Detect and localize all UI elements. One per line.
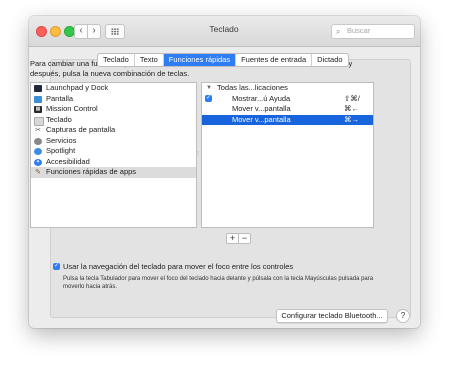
bluetooth-keyboard-button[interactable]: Configurar teclado Bluetooth... <box>276 309 388 323</box>
search-icon: ⌕ <box>336 27 341 36</box>
app-shortcuts-icon: ✎ <box>35 169 41 176</box>
display-icon <box>34 95 42 103</box>
minimize-window-button[interactable] <box>50 26 61 37</box>
category-item-accesibilidad[interactable]: ✦ Accesibilidad <box>31 157 196 168</box>
shortcut-row[interactable]: Mover v...pantalla ⌘← <box>202 104 373 115</box>
shortcut-keys[interactable]: ⇧⌘/ <box>344 94 360 105</box>
shortcut-row-selected[interactable]: Mover v...pantalla ⌘→ <box>202 114 373 126</box>
back-button[interactable]: ‹ <box>74 24 88 39</box>
category-label: Spotlight <box>46 146 76 155</box>
gear-icon <box>34 137 42 145</box>
category-label: Launchpad y Dock <box>46 83 109 92</box>
disclosure-triangle-icon[interactable]: ▼ <box>206 83 212 94</box>
shortcut-label: Mover v...pantalla <box>232 104 291 113</box>
shortcut-group-label: Todas las...licaciones <box>217 83 288 92</box>
category-label: Mission Control <box>46 104 98 113</box>
tab-bar: Teclado Texto Funciones rápidas Fuentes … <box>97 53 349 67</box>
tab-teclado[interactable]: Teclado <box>98 54 135 66</box>
close-window-button[interactable] <box>36 26 47 37</box>
shortcut-keys[interactable]: ⌘← <box>344 104 359 115</box>
forward-button[interactable]: › <box>87 24 101 39</box>
tab-dictado[interactable]: Dictado <box>312 54 347 66</box>
launchpad-icon <box>34 85 42 92</box>
shortcut-label: Mostrar...ú Ayuda <box>232 93 291 103</box>
shortcut-label: Mover v...pantalla <box>232 114 291 124</box>
shortcut-row[interactable]: ✓ Mostrar...ú Ayuda ⇧⌘/ <box>202 94 373 105</box>
category-label: Pantalla <box>46 93 74 103</box>
shortcut-enabled-checkbox[interactable]: ✓ <box>205 95 212 102</box>
category-item-teclado[interactable]: Teclado <box>31 115 196 126</box>
help-button[interactable]: ? <box>396 309 410 323</box>
category-label: Funciones rápidas de apps <box>46 167 137 176</box>
shortcut-list[interactable]: ▼ Todas las...licaciones ✓ Mostrar...ú A… <box>201 82 374 228</box>
remove-shortcut-button[interactable]: − <box>238 233 251 244</box>
shortcut-keys[interactable]: ⌘→ <box>344 115 359 126</box>
tab-fuentes-de-entrada[interactable]: Fuentes de entrada <box>236 54 313 66</box>
keyboard-navigation-checkbox[interactable]: ✓ <box>53 263 60 270</box>
category-item-launchpad[interactable]: Launchpad y Dock <box>31 83 196 94</box>
category-label: Capturas de pantalla <box>46 125 116 134</box>
shortcut-group-row[interactable]: ▼ Todas las...licaciones <box>202 83 373 94</box>
search-placeholder: Buscar <box>347 26 371 35</box>
search-field[interactable]: ⌕ Buscar <box>331 24 415 39</box>
spotlight-icon <box>34 148 42 155</box>
keyboard-navigation-help: Pulsa la tecla Tabulador para mover el f… <box>63 276 374 290</box>
tab-funciones-rapidas[interactable]: Funciones rápidas <box>163 54 237 66</box>
show-all-button[interactable] <box>105 24 125 39</box>
category-item-funciones-apps[interactable]: ✎ Funciones rápidas de apps <box>31 167 196 178</box>
mission-control-icon: ▦ <box>34 106 42 113</box>
category-label: Teclado <box>46 114 72 124</box>
category-item-capturas[interactable]: ✂ Capturas de pantalla <box>31 125 196 136</box>
category-label: Servicios <box>46 135 77 145</box>
tab-texto[interactable]: Texto <box>135 54 164 66</box>
category-item-servicios[interactable]: Servicios <box>31 136 196 147</box>
accessibility-icon: ✦ <box>34 158 42 166</box>
grid-icon <box>111 28 119 35</box>
split-handle[interactable]: ⁝ <box>197 150 199 157</box>
category-item-pantalla[interactable]: Pantalla <box>31 94 196 105</box>
category-item-mission-control[interactable]: ▦ Mission Control <box>31 104 196 115</box>
screenshot-icon: ✂ <box>35 127 41 134</box>
title-bar: ‹ › Teclado ⌕ Buscar <box>29 16 420 47</box>
window-title: Teclado <box>209 24 239 34</box>
keyboard-navigation-label[interactable]: Usar la navegación del teclado para move… <box>63 262 293 271</box>
category-label: Accesibilidad <box>46 156 90 166</box>
category-list[interactable]: Launchpad y Dock Pantalla ▦ Mission Cont… <box>30 82 197 228</box>
category-item-spotlight[interactable]: Spotlight <box>31 146 196 157</box>
